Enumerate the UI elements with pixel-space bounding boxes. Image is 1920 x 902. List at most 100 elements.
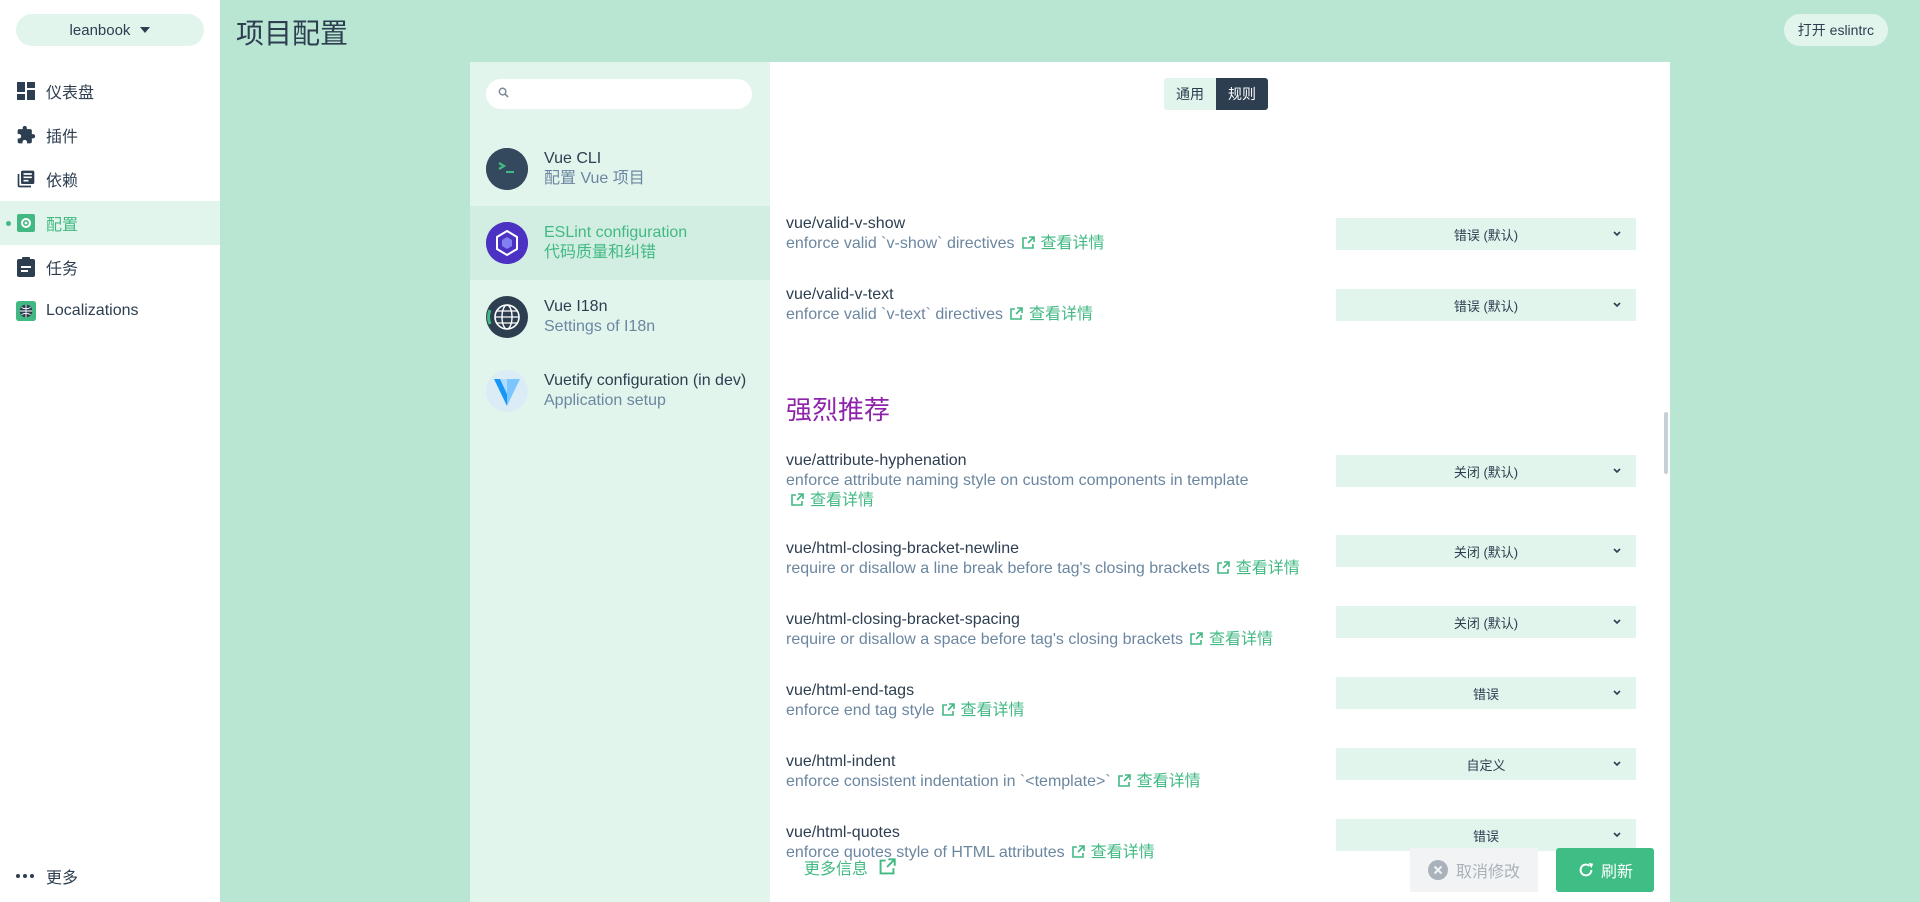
chevron-down-icon bbox=[1613, 761, 1621, 767]
plugin-item-vue-cli[interactable]: Vue CLI 配置 Vue 项目 bbox=[470, 132, 770, 206]
view-details-link[interactable]: 查看详情 bbox=[810, 492, 874, 509]
section-title-recommended: 强烈推荐 bbox=[786, 395, 891, 425]
refresh-button[interactable]: 刷新 bbox=[1556, 848, 1654, 892]
external-link-icon bbox=[1190, 632, 1203, 645]
view-details-link[interactable]: 查看详情 bbox=[1041, 235, 1105, 252]
rule-severity-select[interactable]: 关闭 (默认) bbox=[1336, 535, 1636, 567]
chevron-down-icon bbox=[1613, 302, 1621, 308]
chevron-down-icon bbox=[1613, 231, 1621, 237]
page-title: 项目配置 bbox=[236, 18, 349, 49]
nav-item-plugins[interactable]: 插件 bbox=[0, 113, 220, 157]
external-link-icon bbox=[1117, 774, 1131, 787]
external-link-icon bbox=[1010, 307, 1023, 320]
view-details-link[interactable]: 查看详情 bbox=[1137, 773, 1201, 790]
external-link-icon bbox=[1216, 561, 1230, 574]
nav-item-dashboard[interactable]: 仪表盘 bbox=[0, 69, 220, 113]
search-input[interactable] bbox=[517, 86, 737, 102]
rule-description: require or disallow a space before tag's… bbox=[786, 631, 1274, 648]
nav-label: 任务 bbox=[46, 261, 79, 278]
globe-icon bbox=[486, 296, 528, 338]
plugin-name: ESLint configuration bbox=[544, 224, 688, 241]
rule-description: enforce valid `v-text` directives 查看详情 bbox=[786, 306, 1093, 323]
nav-label: 配置 bbox=[46, 217, 79, 234]
view-details-link[interactable]: 查看详情 bbox=[1091, 844, 1155, 861]
refresh-icon bbox=[1579, 862, 1594, 877]
rule-item: vue/html-indent enforce consistent inden… bbox=[786, 748, 1646, 792]
rule-severity-select[interactable]: 错误 bbox=[1336, 819, 1636, 851]
select-value: 错误 (默认) bbox=[1453, 227, 1519, 243]
cancel-changes-button[interactable]: 取消修改 bbox=[1410, 848, 1538, 892]
plugin-description: 配置 Vue 项目 bbox=[544, 170, 645, 187]
nav-label: 插件 bbox=[46, 129, 79, 146]
view-details-link[interactable]: 查看详情 bbox=[1209, 631, 1273, 648]
project-selector[interactable]: leanbook bbox=[16, 14, 204, 46]
plugin-description: 代码质量和纠错 bbox=[544, 244, 657, 261]
rule-description: require or disallow a line break before … bbox=[786, 560, 1300, 577]
tab-general[interactable]: 通用 bbox=[1164, 78, 1216, 110]
rule-description: enforce consistent indentation in `<temp… bbox=[786, 773, 1201, 790]
select-value: 错误 bbox=[1472, 828, 1499, 844]
open-eslintrc-button[interactable]: 打开 eslintrc bbox=[1783, 14, 1888, 46]
plugin-name: Vuetify configuration (in dev) bbox=[544, 372, 747, 389]
nav-menu: 仪表盘 插件 依赖 配置 任务 Localizations bbox=[0, 69, 220, 333]
plugin-item-vuetify[interactable]: Vuetify configuration (in dev) Applicati… bbox=[470, 354, 770, 428]
library-icon bbox=[16, 169, 36, 189]
nav-item-localizations[interactable]: Localizations bbox=[0, 289, 220, 333]
rule-severity-select[interactable]: 关闭 (默认) bbox=[1336, 455, 1636, 487]
rule-severity-select[interactable]: 错误 bbox=[1336, 677, 1636, 709]
close-circle-icon bbox=[1427, 860, 1448, 880]
view-details-link[interactable]: 查看详情 bbox=[1029, 306, 1093, 323]
tab-rules[interactable]: 规则 bbox=[1216, 78, 1268, 110]
plugin-item-vue-i18n[interactable]: Vue I18n Settings of I18n bbox=[470, 280, 770, 354]
plugin-description: Application setup bbox=[544, 392, 666, 409]
select-value: 自定义 bbox=[1466, 757, 1506, 773]
sidebar: leanbook 仪表盘 插件 依赖 配置 任务 Localizations 更… bbox=[0, 0, 220, 902]
chevron-down-icon bbox=[1613, 619, 1621, 625]
rule-severity-select[interactable]: 自定义 bbox=[1336, 748, 1636, 780]
external-link-icon bbox=[791, 493, 804, 506]
rule-item: vue/html-end-tags enforce end tag style 查… bbox=[786, 677, 1646, 721]
caret-down-icon bbox=[140, 27, 151, 33]
rule-item: vue/html-closing-bracket-spacing require… bbox=[786, 606, 1646, 650]
rule-severity-select[interactable]: 错误 (默认) bbox=[1336, 289, 1636, 321]
select-value: 关闭 (默认) bbox=[1453, 544, 1519, 560]
rule-severity-select[interactable]: 关闭 (默认) bbox=[1336, 606, 1636, 638]
cancel-label: 取消修改 bbox=[1455, 864, 1520, 881]
scrollbar-thumb[interactable] bbox=[1664, 412, 1668, 474]
active-indicator bbox=[6, 221, 11, 226]
rule-item: vue/valid-v-show enforce valid `v-show` … bbox=[786, 214, 1646, 254]
view-details-link[interactable]: 查看详情 bbox=[1236, 560, 1300, 577]
view-details-link[interactable]: 查看详情 bbox=[961, 702, 1025, 719]
rule-severity-select[interactable]: 错误 (默认) bbox=[1336, 218, 1636, 250]
settings-icon bbox=[16, 213, 36, 233]
plugin-item-eslint[interactable]: ESLint configuration 代码质量和纠错 bbox=[470, 206, 770, 280]
more-button[interactable]: 更多 bbox=[16, 864, 78, 888]
nav-item-tasks[interactable]: 任务 bbox=[0, 245, 220, 289]
rule-description: enforce valid `v-show` directives 查看详情 bbox=[786, 235, 1105, 252]
rule-item: vue/attribute-hyphenation enforce attrib… bbox=[786, 451, 1646, 511]
chevron-down-icon bbox=[1613, 832, 1621, 838]
select-value: 关闭 (默认) bbox=[1453, 464, 1519, 480]
external-link-icon bbox=[941, 703, 955, 716]
rule-description: enforce attribute naming style on custom… bbox=[786, 472, 1249, 509]
select-value: 错误 (默认) bbox=[1453, 298, 1519, 314]
plugin-name: Vue I18n bbox=[544, 298, 608, 315]
nav-item-configuration[interactable]: 配置 bbox=[0, 201, 220, 245]
more-info-label: 更多信息 bbox=[804, 861, 869, 878]
nav-item-dependencies[interactable]: 依赖 bbox=[0, 157, 220, 201]
nav-label: Localizations bbox=[46, 302, 139, 319]
select-value: 关闭 (默认) bbox=[1453, 615, 1519, 631]
nav-label: 依赖 bbox=[46, 173, 79, 190]
plugin-list: Vue CLI 配置 Vue 项目 ESLint configuration 代… bbox=[470, 132, 770, 428]
rule-item: vue/html-closing-bracket-newline require… bbox=[786, 535, 1646, 579]
tab-bar: 通用 规则 bbox=[1164, 78, 1268, 110]
search-icon bbox=[498, 85, 509, 103]
plugin-name: Vue CLI bbox=[544, 150, 602, 167]
chevron-down-icon bbox=[1613, 548, 1621, 554]
refresh-label: 刷新 bbox=[1600, 864, 1633, 881]
more-info-link[interactable]: 更多信息 bbox=[804, 855, 896, 879]
config-card: Vue CLI 配置 Vue 项目 ESLint configuration 代… bbox=[470, 62, 1670, 902]
eslint-icon bbox=[486, 222, 528, 264]
more-label: 更多 bbox=[46, 870, 79, 887]
search-box[interactable] bbox=[486, 79, 752, 109]
